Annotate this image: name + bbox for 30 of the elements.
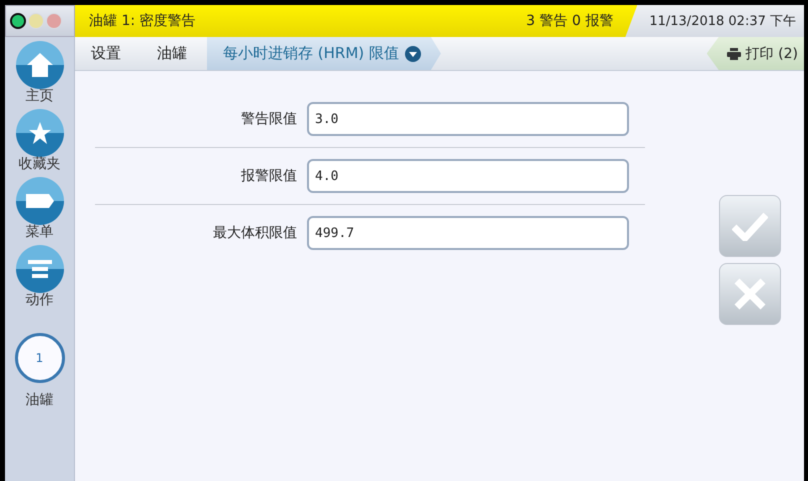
field-label: 报警限值 <box>241 167 297 185</box>
check-icon <box>732 211 768 241</box>
input-field[interactable]: 3.0 <box>307 102 629 136</box>
nav-label: 动作 <box>26 291 54 309</box>
nav-label: 油罐 <box>26 391 54 409</box>
tag-icon <box>24 193 54 209</box>
breadcrumb[interactable]: 油罐 <box>141 37 207 70</box>
nav-label: 收藏夹 <box>18 155 60 173</box>
date-time: 11/13/2018 02:37 下午 <box>649 13 796 30</box>
cancel-button[interactable] <box>719 263 781 325</box>
alert-summary: 3 警告 0 报警 <box>526 12 614 30</box>
tank-button[interactable]: 1 油罐 <box>14 313 64 409</box>
breadcrumb[interactable]: 设置 <box>75 37 141 70</box>
nav-label: 主页 <box>26 87 54 105</box>
field-label: 最大体积限值 <box>213 224 297 242</box>
nav-label: 菜单 <box>26 223 54 241</box>
input-field[interactable]: 499.7 <box>307 216 629 250</box>
list-icon <box>28 260 52 278</box>
home-icon <box>26 52 54 78</box>
breadcrumb[interactable]: 每小时进销存 (HRM) 限值 <box>207 37 441 70</box>
confirm-button[interactable] <box>719 195 781 257</box>
tank-number: 1 <box>14 333 64 383</box>
caret-icon <box>404 46 421 62</box>
input-field[interactable]: 4.0 <box>307 159 629 193</box>
printer-icon <box>726 48 741 60</box>
close-icon <box>734 278 766 310</box>
star-icon <box>28 121 52 145</box>
field-label: 警告限值 <box>241 110 297 128</box>
alert-title: 油罐 1: 密度警告 <box>89 12 196 30</box>
print-button[interactable]: 打印 (2) <box>706 37 804 70</box>
